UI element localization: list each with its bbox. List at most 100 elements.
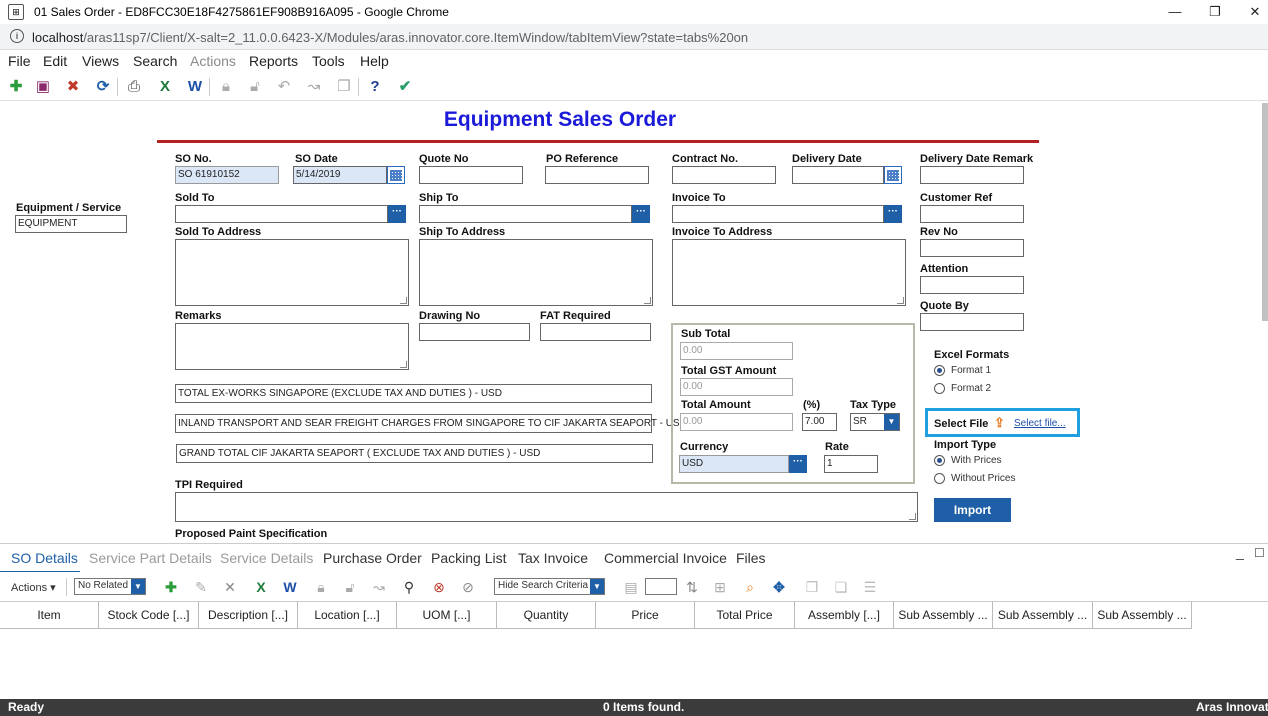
print-icon[interactable]: ⎙ <box>124 77 144 97</box>
page-size-icon[interactable]: ▤ <box>622 578 640 596</box>
customer-ref-field[interactable] <box>920 205 1024 223</box>
maximize-button[interactable]: ❐ <box>1200 2 1230 22</box>
notes-icon[interactable]: ☰ <box>861 578 879 596</box>
paste-icon[interactable]: ❏ <box>832 578 850 596</box>
column-header[interactable]: Item <box>0 602 99 629</box>
equipment-service-field[interactable]: EQUIPMENT <box>15 215 127 233</box>
info-icon[interactable]: i <box>10 29 24 43</box>
currency-search-button[interactable]: ··· <box>789 455 807 473</box>
actions-dropdown[interactable]: Actions ▾ <box>11 581 56 594</box>
rev-no-field[interactable] <box>920 239 1024 257</box>
column-header[interactable]: Sub Assembly ... <box>894 602 993 629</box>
menu-actions[interactable]: Actions <box>190 53 236 69</box>
column-header[interactable]: Stock Code [...] <box>99 602 199 629</box>
without-prices-radio[interactable] <box>934 473 945 484</box>
url-text[interactable]: localhost/aras11sp7/Client/X-salt=2_11.0… <box>32 30 748 45</box>
form-scrollbar[interactable] <box>1262 103 1268 321</box>
menu-edit[interactable]: Edit <box>43 53 67 69</box>
total-gst-field[interactable]: 0.00 <box>680 378 793 396</box>
tab-commercial-invoice[interactable]: Commercial Invoice <box>604 550 727 566</box>
column-header[interactable]: Sub Assembly ... <box>993 602 1093 629</box>
done-icon[interactable]: ✔ <box>395 77 415 97</box>
invoice-to-field[interactable] <box>672 205 884 223</box>
menu-tools[interactable]: Tools <box>312 53 345 69</box>
menu-search[interactable]: Search <box>133 53 177 69</box>
rate-field[interactable]: 1 <box>824 455 878 473</box>
address-bar[interactable]: i localhost/aras11sp7/Client/X-salt=2_11… <box>0 24 1268 50</box>
pick-replace-icon[interactable]: ✎ <box>192 578 210 596</box>
invoice-to-address-textarea[interactable] <box>672 239 906 306</box>
column-header[interactable]: Total Price <box>695 602 795 629</box>
so-details-grid[interactable]: Item Stock Code [...] Description [...] … <box>0 601 1268 699</box>
grid-unlock-icon[interactable]: 🔓︎ <box>341 578 359 596</box>
fat-required-field[interactable] <box>540 323 651 341</box>
tab-files[interactable]: Files <box>736 550 766 566</box>
clear-search-icon[interactable]: ⊗ <box>430 578 448 596</box>
add-row-icon[interactable]: ✚ <box>162 578 180 596</box>
menu-file[interactable]: File <box>8 53 31 69</box>
grid-excel-icon[interactable]: X <box>252 578 270 596</box>
remarks-textarea[interactable] <box>175 323 409 370</box>
column-header[interactable]: Price <box>596 602 695 629</box>
grand-total-field[interactable]: GRAND TOTAL CIF JAKARTA SEAPORT ( EXCLUD… <box>176 444 653 463</box>
total-ex-works-field[interactable]: TOTAL EX-WORKS SINGAPORE (EXCLUDE TAX AN… <box>175 384 652 403</box>
tab-packing-list[interactable]: Packing List <box>431 550 506 566</box>
help-icon[interactable]: ? <box>365 77 385 97</box>
so-date-calendar-icon[interactable] <box>387 166 405 184</box>
minimize-button[interactable]: — <box>1160 2 1190 22</box>
menu-reports[interactable]: Reports <box>249 53 298 69</box>
inland-transport-field[interactable]: INLAND TRANSPORT AND SEAR FREIGHT CHARGE… <box>175 414 687 433</box>
delivery-date-field[interactable] <box>792 166 884 184</box>
grid-word-icon[interactable]: W <box>281 578 299 596</box>
clipboard-icon[interactable]: ❐ <box>334 77 354 97</box>
columns-icon[interactable]: ✥ <box>770 578 788 596</box>
select-file-link[interactable]: Select file... <box>1014 418 1066 429</box>
currency-field[interactable]: USD <box>679 455 789 473</box>
excel-icon[interactable]: X <box>155 77 175 97</box>
invoice-to-search-button[interactable]: ··· <box>884 205 902 223</box>
ship-to-search-button[interactable]: ··· <box>632 205 650 223</box>
column-header[interactable]: Assembly [...] <box>795 602 894 629</box>
copy-icon[interactable]: ❐ <box>803 578 821 596</box>
delivery-date-calendar-icon[interactable] <box>884 166 902 184</box>
with-prices-radio[interactable] <box>934 455 945 466</box>
minimize-pane-icon[interactable]: _ <box>1236 544 1244 560</box>
tab-tax-invoice[interactable]: Tax Invoice <box>518 550 588 566</box>
quote-by-field[interactable] <box>920 313 1024 331</box>
so-no-field[interactable]: SO 61910152 <box>175 166 279 184</box>
sold-to-address-textarea[interactable] <box>175 239 409 306</box>
drawing-no-field[interactable] <box>419 323 530 341</box>
upload-icon[interactable]: ⇪ <box>994 415 1005 431</box>
lock-icon[interactable]: 🔒︎ <box>216 77 236 97</box>
maximize-pane-icon[interactable]: ☐ <box>1254 546 1265 560</box>
format-2-radio[interactable] <box>934 383 945 394</box>
discard-icon[interactable]: ✖ <box>63 77 83 97</box>
undo-icon[interactable]: ↶ <box>274 77 294 97</box>
run-search-icon[interactable]: ⚲ <box>400 578 418 596</box>
sub-total-field[interactable]: 0.00 <box>680 342 793 360</box>
grid-lock-icon[interactable]: 🔒︎ <box>312 578 330 596</box>
column-header[interactable]: Quantity <box>497 602 596 629</box>
delivery-date-remark-field[interactable] <box>920 166 1024 184</box>
tab-service-details[interactable]: Service Details <box>220 550 313 566</box>
page-size-input[interactable] <box>645 578 677 595</box>
search-mode-select[interactable]: Hide Search Criteria ▼ <box>494 578 605 595</box>
so-date-field[interactable]: 5/14/2019 <box>293 166 387 184</box>
tab-purchase-order[interactable]: Purchase Order <box>323 550 422 566</box>
search-criteria-icon[interactable]: ⊘ <box>459 578 477 596</box>
import-button[interactable]: Import <box>934 498 1011 522</box>
quote-no-field[interactable] <box>419 166 523 184</box>
column-header[interactable]: Location [...] <box>298 602 397 629</box>
word-icon[interactable]: W <box>185 77 205 97</box>
total-amount-field[interactable]: 0.00 <box>680 413 793 431</box>
column-header[interactable]: Description [...] <box>199 602 298 629</box>
percent-field[interactable]: 7.00 <box>802 413 837 431</box>
ship-to-field[interactable] <box>419 205 632 223</box>
find-icon[interactable]: ⌕ <box>741 578 759 596</box>
tab-so-details[interactable]: SO Details <box>11 550 78 566</box>
column-header[interactable]: UOM [...] <box>397 602 497 629</box>
delete-row-icon[interactable]: ✕ <box>221 578 239 596</box>
close-window-button[interactable]: ✕ <box>1240 2 1268 22</box>
format-1-radio[interactable] <box>934 365 945 376</box>
tab-service-part-details[interactable]: Service Part Details <box>89 550 212 566</box>
